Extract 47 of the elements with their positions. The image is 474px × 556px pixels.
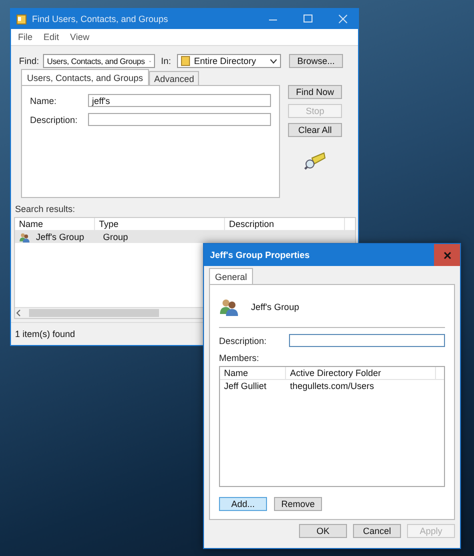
menu-item[interactable]: File (17, 32, 34, 42)
input-field[interactable] (88, 113, 271, 126)
in-label: In: (161, 56, 172, 66)
folder-icon (181, 56, 190, 66)
table-cell-text: Group (102, 232, 128, 242)
dialog-button[interactable]: Cancel (353, 524, 401, 538)
table-cell-text: Jeff's Group (35, 232, 84, 242)
field-label: Description: (219, 336, 268, 346)
browse-button[interactable]: Browse... (289, 54, 344, 68)
field-label: Name: (30, 96, 58, 106)
column-header[interactable]: Name (220, 367, 286, 379)
user-group-icon (219, 297, 239, 317)
member-button[interactable]: Remove (274, 497, 322, 511)
action-button[interactable]: Find Now (288, 85, 342, 99)
action-button[interactable]: Clear All (288, 123, 342, 137)
input-field[interactable]: jeff's (88, 94, 271, 107)
column-header[interactable]: Active Directory Folder (286, 367, 436, 379)
close-icon[interactable] (444, 252, 450, 258)
window-title: Jeff's Group Properties (210, 250, 311, 260)
input-field[interactable] (289, 334, 445, 347)
column-header[interactable]: Description (225, 218, 345, 230)
search-results-label: Search results: (14, 203, 76, 216)
column-header[interactable]: Type (95, 218, 225, 230)
user-group-icon (19, 232, 30, 242)
close-button[interactable] (434, 244, 460, 266)
flashlight-icon (304, 152, 326, 170)
dialog-button[interactable]: OK (299, 524, 347, 538)
caret-icon (270, 58, 278, 64)
members-label: Members: (219, 353, 260, 363)
menu-item[interactable]: View (69, 32, 90, 42)
find-dropdown[interactable]: Users, Contacts, and Groups (43, 54, 156, 68)
member-button[interactable]: Add... (219, 497, 267, 511)
menu-item[interactable]: Edit (42, 32, 60, 42)
window-title: Find Users, Contacts, and Groups (32, 14, 170, 24)
group-name: Jeff's Group (251, 302, 300, 312)
result-row[interactable]: Jeff's Group Group (15, 231, 355, 243)
tab[interactable]: Users, Contacts, and Groups (21, 69, 150, 85)
field-label: Description: (30, 114, 79, 124)
scroll-left-icon[interactable] (15, 309, 23, 317)
tab[interactable]: General (209, 268, 254, 284)
address-book-icon (16, 14, 27, 24)
table-cell-text: Jeff Gulliet (223, 381, 268, 391)
table-cell-text: thegullets.com/Users (289, 381, 376, 391)
find-label: Find: (19, 56, 40, 66)
column-header[interactable]: Name (15, 218, 95, 230)
in-dropdown[interactable]: Entire Directory (177, 54, 282, 68)
tab[interactable]: Advanced (149, 71, 200, 85)
